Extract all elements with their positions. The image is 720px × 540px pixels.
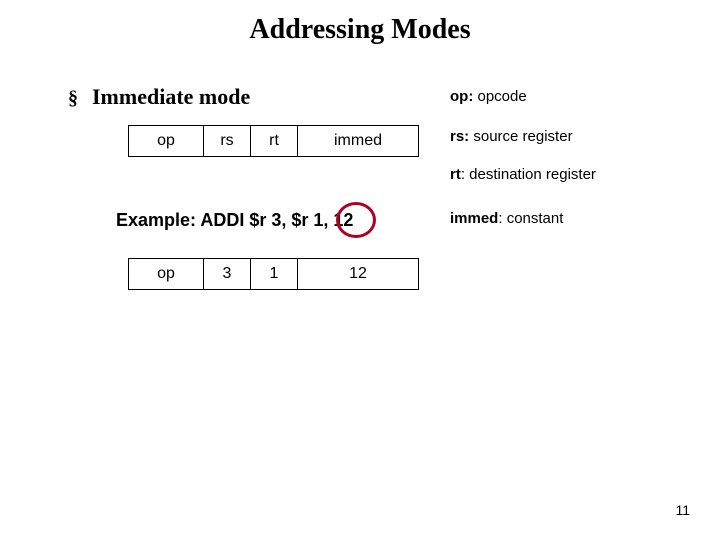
cell-rt: rt [251,126,298,157]
table-row: op rs rt immed [129,126,419,157]
legend-val: source register [469,128,572,145]
cell-op: op [129,259,204,290]
example-line: Example: ADDI $r 3, $r 1, 12 [116,210,353,231]
cell-immed: 12 [298,259,419,290]
cell-rs: rs [204,126,251,157]
legend-key: rt [450,166,461,183]
section-subtitle: Immediate mode [92,84,250,110]
legend-val: opcode [473,88,526,105]
instruction-format-table: op rs rt immed [128,125,419,157]
example-values-table: op 3 1 12 [128,258,419,290]
legend-key: op: [450,88,473,105]
cell-rt: 1 [251,259,298,290]
legend-op: op: opcode [450,88,527,105]
page-number: 11 [675,502,690,518]
table-row: op 3 1 12 [129,259,419,290]
legend-key: immed [450,210,498,227]
page-title: Addressing Modes [0,14,720,46]
legend-key: rs: [450,128,469,145]
legend-val: : destination register [461,166,596,183]
legend-immed: immed: constant [450,210,563,227]
bullet-glyph: § [68,87,78,110]
cell-immed: immed [298,126,419,157]
legend-rt: rt: destination register [450,166,596,183]
cell-rs: 3 [204,259,251,290]
legend-rs: rs: source register [450,128,573,145]
legend-val: : constant [498,210,563,227]
cell-op: op [129,126,204,157]
